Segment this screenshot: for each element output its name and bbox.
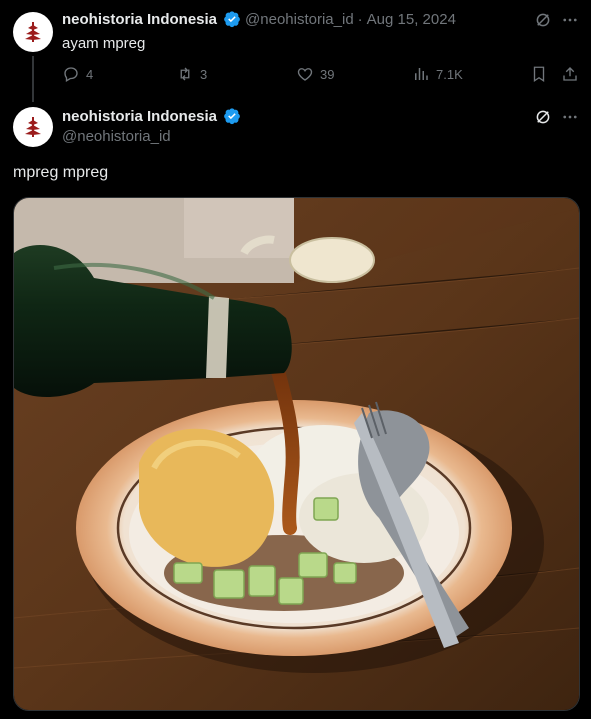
reply-button[interactable]: 4 bbox=[62, 65, 93, 83]
grok-icon bbox=[536, 110, 550, 124]
avatar-tweet1[interactable] bbox=[13, 12, 53, 52]
brand-logo-icon bbox=[25, 117, 41, 137]
thread-connector-line bbox=[32, 56, 34, 102]
author-handle[interactable]: @neohistoria_id bbox=[62, 128, 171, 145]
like-icon bbox=[297, 68, 313, 81]
more-button[interactable] bbox=[561, 108, 579, 131]
share-button[interactable] bbox=[561, 65, 579, 88]
repost-count: 3 bbox=[200, 66, 208, 82]
repost-icon bbox=[180, 67, 190, 81]
tweet-media-photo[interactable] bbox=[13, 197, 580, 711]
share-icon bbox=[563, 67, 577, 81]
tweet1-text: ayam mpreg bbox=[62, 35, 146, 52]
views-count: 7.1K bbox=[436, 66, 463, 82]
bookmark-button[interactable] bbox=[530, 65, 548, 88]
reply-count: 4 bbox=[86, 66, 94, 82]
tweet-date[interactable]: Aug 15, 2024 bbox=[367, 11, 456, 28]
views-button[interactable]: 7.1K bbox=[412, 65, 463, 83]
avatar-tweet2[interactable] bbox=[13, 107, 53, 147]
more-button[interactable] bbox=[561, 11, 579, 34]
like-button[interactable]: 39 bbox=[296, 65, 334, 83]
separator-dot: · bbox=[357, 10, 363, 28]
author-name[interactable]: neohistoria Indonesia bbox=[62, 108, 217, 125]
views-icon bbox=[415, 68, 428, 80]
like-count: 39 bbox=[320, 66, 335, 82]
more-icon bbox=[563, 115, 577, 119]
verified-badge-icon bbox=[224, 108, 240, 125]
tweet1-header: neohistoria Indonesia @neohistoria_id · … bbox=[62, 10, 456, 28]
author-handle[interactable]: @neohistoria_id bbox=[245, 11, 354, 28]
brand-logo-icon bbox=[25, 22, 41, 42]
food-photo bbox=[14, 198, 579, 710]
tweet2-text: mpreg mpreg bbox=[13, 164, 109, 181]
grok-icon bbox=[536, 13, 550, 27]
tweet2-header-name: neohistoria Indonesia bbox=[62, 107, 241, 125]
verified-badge-icon bbox=[224, 11, 240, 28]
bookmark-icon bbox=[533, 66, 545, 83]
grok-button[interactable] bbox=[534, 108, 552, 131]
repost-button[interactable]: 3 bbox=[176, 65, 207, 83]
more-icon bbox=[563, 18, 577, 22]
reply-icon bbox=[64, 67, 78, 82]
author-name[interactable]: neohistoria Indonesia bbox=[62, 11, 217, 28]
grok-button[interactable] bbox=[534, 11, 552, 34]
